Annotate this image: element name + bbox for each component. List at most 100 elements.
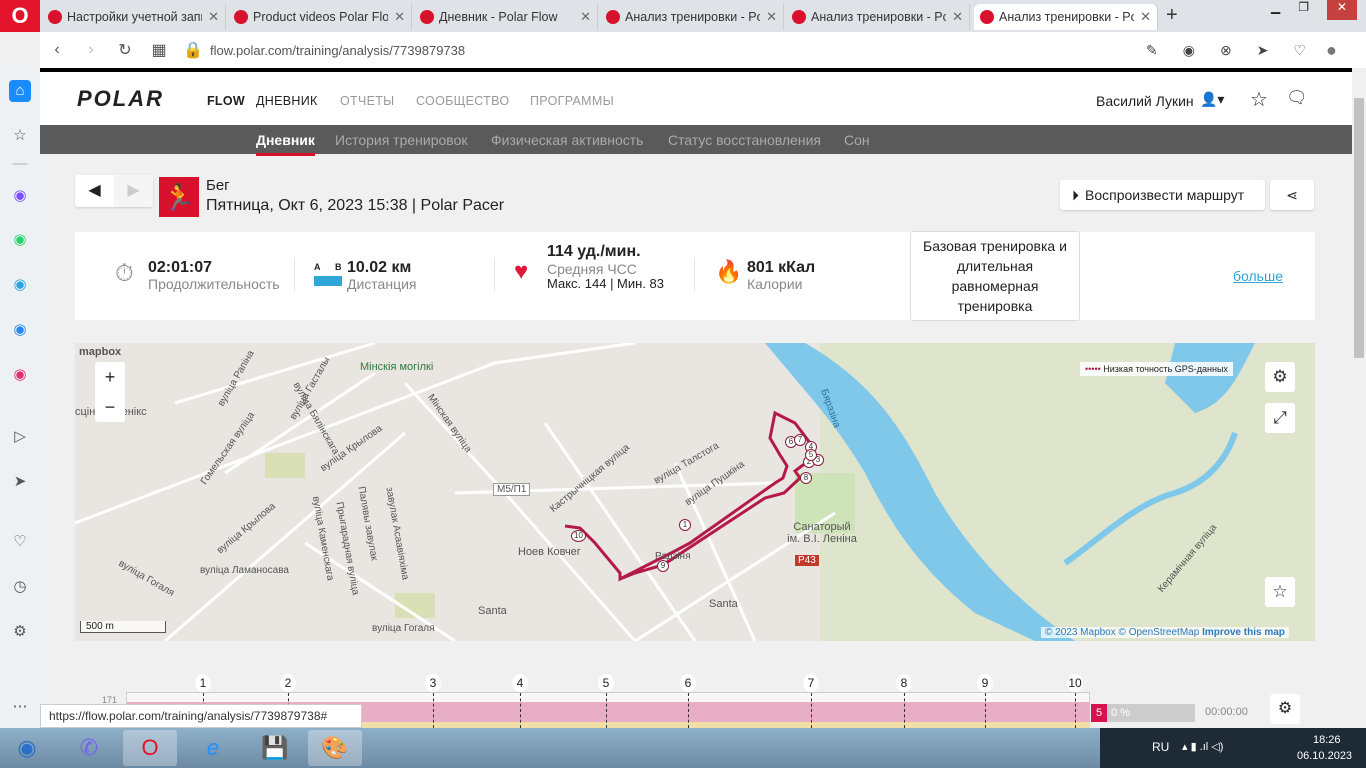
map-settings-button[interactable]: ⚙ (1265, 362, 1295, 392)
user-name[interactable]: Василий Лукин (1096, 93, 1194, 109)
close-tab-icon[interactable]: ✕ (766, 9, 777, 25)
player-icon[interactable]: ▷ (9, 426, 31, 448)
zoom-out-button[interactable]: − (95, 392, 125, 422)
messenger-icon[interactable]: ◉ (9, 185, 31, 207)
back-button[interactable]: ‹ (40, 41, 74, 59)
replay-route-button[interactable]: ⏵ Воспроизвести маршрут (1060, 180, 1265, 210)
clock-date[interactable]: 06.10.2023 (1297, 750, 1352, 762)
ie-icon[interactable]: e (186, 730, 240, 766)
favorites-star-icon[interactable]: ☆ (1250, 87, 1268, 112)
nav-reports[interactable]: ОТЧЕТЫ (340, 94, 395, 108)
clock-time[interactable]: 18:26 (1313, 734, 1341, 746)
profile-icon[interactable]: ● (1326, 40, 1366, 61)
user-menu-icon[interactable]: 👤▾ (1200, 91, 1224, 108)
opera-taskbar-icon[interactable]: O (123, 730, 177, 766)
share-button[interactable]: ⋖ (1270, 180, 1314, 210)
lap-marker[interactable]: 8 (800, 472, 812, 484)
close-tab-icon[interactable]: ✕ (394, 9, 405, 25)
tab-active[interactable]: Анализ тренировки - Polar Flow✕ (974, 4, 1158, 30)
whatsapp-icon[interactable]: ◉ (9, 229, 31, 251)
favorite-route-button[interactable]: ☆ (1265, 577, 1295, 607)
maximize-button[interactable]: ❐ (1298, 0, 1309, 20)
improve-map-link[interactable]: Improve this map (1202, 627, 1285, 638)
lap-label[interactable]: 6 (680, 674, 696, 692)
lap-marker[interactable]: 5 (805, 449, 817, 461)
next-training-button[interactable]: ▶ (114, 175, 153, 207)
fullscreen-button[interactable]: ⤢ (1265, 403, 1295, 433)
nav-diary[interactable]: ДНЕВНИК (256, 94, 318, 108)
viber-icon[interactable]: ✆ (62, 730, 116, 766)
timeline-settings-button[interactable]: ⚙ (1270, 694, 1300, 724)
prev-training-button[interactable]: ◀ (75, 175, 114, 207)
lap-marker[interactable]: 1 (679, 519, 691, 531)
lap-label[interactable]: 10 (1067, 674, 1083, 692)
heart-icon[interactable]: ♡ (1293, 42, 1306, 59)
opera-menu-button[interactable]: O (0, 0, 40, 32)
save-app-icon[interactable]: 💾 (248, 730, 302, 766)
subnav-recovery[interactable]: Статус восстановления (668, 132, 821, 148)
send-icon[interactable]: ➤ (1257, 42, 1269, 59)
url-input[interactable]: flow.polar.com/training/analysis/7739879… (210, 43, 1146, 58)
subnav-diary[interactable]: Дневник (256, 132, 315, 156)
subnav-sleep[interactable]: Сон (844, 132, 870, 148)
history-icon[interactable]: ◷ (9, 576, 31, 598)
tray-icons[interactable]: ▴ ▮ .ıl ◁) (1182, 740, 1223, 753)
more-link[interactable]: больше (1233, 268, 1283, 284)
lap-label[interactable]: 2 (280, 674, 296, 692)
send-icon[interactable]: ➤ (9, 471, 31, 493)
new-tab-button[interactable]: + (1166, 4, 1178, 27)
vk-icon[interactable]: ◉ (9, 319, 31, 341)
speed-dial-icon[interactable]: ▦ (142, 40, 176, 60)
tab[interactable]: Дневник - Polar Flow ✕ (414, 4, 598, 30)
ruler-icon (314, 276, 342, 286)
heart-icon[interactable]: ♡ (9, 531, 31, 553)
minimize-button[interactable]: ▁ (1271, 0, 1280, 20)
tab[interactable]: Product videos Polar Flow ✕ (228, 4, 412, 30)
lap-label[interactable]: 8 (896, 674, 912, 692)
close-tab-icon[interactable]: ✕ (952, 9, 963, 25)
start-button[interactable]: ◉ (0, 730, 54, 766)
home-icon[interactable]: ⌂ (9, 80, 31, 102)
telegram-icon[interactable]: ◉ (9, 274, 31, 296)
lap-marker[interactable]: 7 (794, 434, 806, 446)
notifications-icon[interactable]: 🗨 (1286, 88, 1308, 108)
lap-label[interactable]: 3 (425, 674, 441, 692)
gps-legend-label: Низкая точность GPS-данных (1103, 364, 1228, 374)
more-icon[interactable]: ⋯ (9, 696, 31, 718)
subnav-history[interactable]: История тренировок (335, 132, 467, 148)
polar-logo[interactable]: POLAR (77, 86, 164, 112)
tab[interactable]: Настройки учетной записи✕ (42, 4, 226, 30)
forward-button[interactable]: › (74, 41, 108, 59)
route-map[interactable]: mapbox Мінскія могілкі вуліца Рапіна вул… (75, 343, 1315, 641)
nav-programs[interactable]: ПРОГРАММЫ (530, 94, 614, 108)
map-label: Santa (709, 598, 738, 610)
reload-button[interactable]: ↻ (108, 40, 142, 60)
nav-community[interactable]: СООБЩЕСТВО (416, 94, 509, 108)
close-window-button[interactable]: ✕ (1326, 0, 1357, 20)
lap-divider (985, 693, 986, 728)
close-tab-icon[interactable]: ✕ (208, 9, 219, 25)
close-tab-icon[interactable]: ✕ (580, 9, 591, 25)
lap-label[interactable]: 7 (803, 674, 819, 692)
scrollbar[interactable] (1352, 68, 1366, 728)
lap-marker[interactable]: 10 (571, 530, 586, 542)
camera-icon[interactable]: ◉ (1183, 42, 1195, 59)
paint-icon[interactable]: 🎨 (308, 730, 362, 766)
subnav-activity[interactable]: Физическая активность (491, 132, 643, 148)
osm-link[interactable]: OpenStreetMap (1129, 627, 1200, 638)
tab[interactable]: Анализ тренировки - Polar Flow✕ (600, 4, 784, 30)
zoom-in-button[interactable]: + (95, 362, 125, 392)
lap-label[interactable]: 5 (598, 674, 614, 692)
block-icon[interactable]: ⊗ (1220, 42, 1232, 59)
lap-label[interactable]: 4 (512, 674, 528, 692)
edit-icon[interactable]: ✎ (1146, 42, 1158, 59)
star-icon[interactable]: ☆ (9, 125, 31, 147)
close-tab-icon[interactable]: ✕ (1140, 9, 1151, 25)
lap-label[interactable]: 1 (195, 674, 211, 692)
instagram-icon[interactable]: ◉ (9, 364, 31, 386)
lap-label[interactable]: 9 (977, 674, 993, 692)
settings-icon[interactable]: ⚙ (9, 621, 31, 643)
lap-marker[interactable]: 9 (657, 560, 669, 572)
language-indicator[interactable]: RU (1152, 740, 1169, 754)
tab[interactable]: Анализ тренировки - Polar Flow✕ (786, 4, 970, 30)
